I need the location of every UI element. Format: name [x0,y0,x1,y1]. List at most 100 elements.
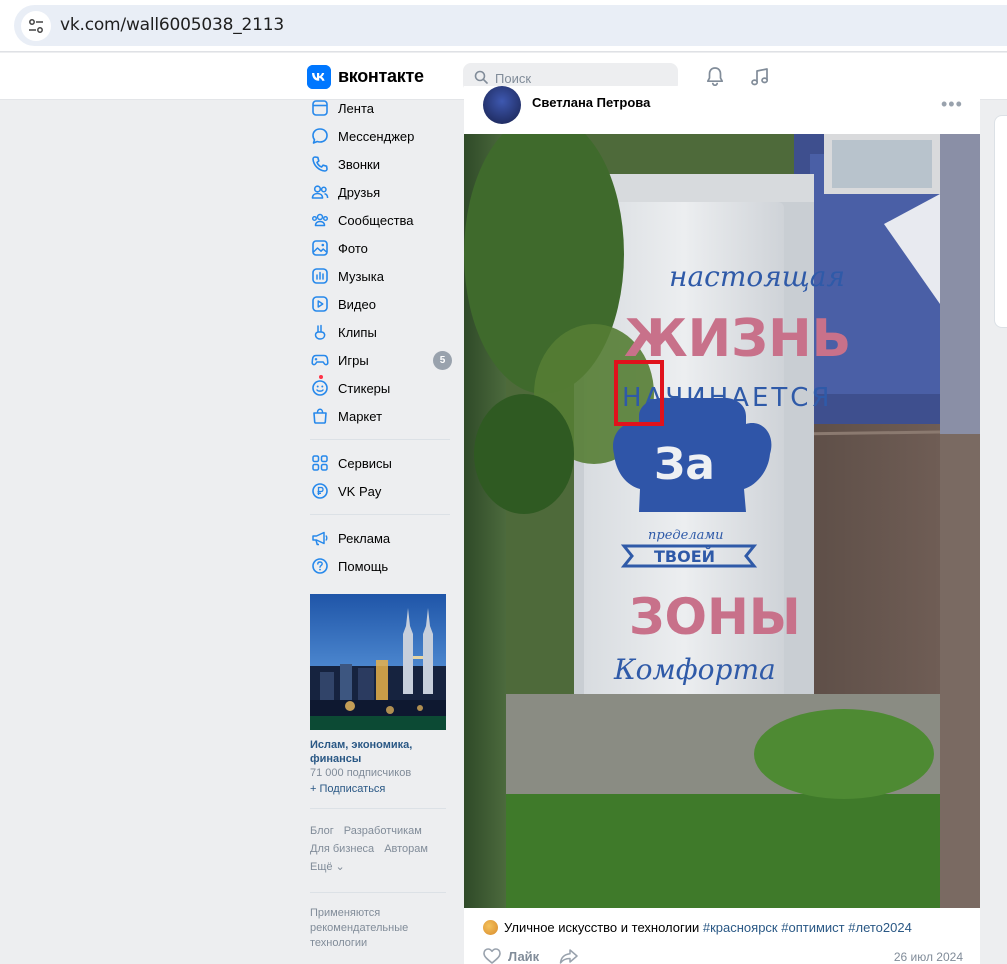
services-icon [312,455,328,471]
menu-label: Стикеры [338,380,391,396]
avatar[interactable] [483,86,521,124]
promo-card[interactable]: Ислам, экономика, финансы 71 000 подписч… [310,594,446,795]
megaphone-icon [312,531,328,546]
menu-item-help[interactable]: Помощь [305,552,455,580]
menu-item-ads[interactable]: Реклама [305,524,455,552]
footer-link[interactable]: Авторам [384,843,428,855]
palette-emoji-icon [483,920,498,935]
hashtag-link[interactable]: #оптимист [781,920,844,935]
menu-item-news[interactable]: Лента [305,94,455,122]
menu-label: Музыка [338,268,384,284]
graffiti-line: Комфорта [613,653,776,686]
menu-item-stickers[interactable]: Стикеры [305,374,455,402]
menu-item-messenger[interactable]: Мессенджер [305,122,455,150]
subscribe-button[interactable]: + Подписаться [310,783,446,795]
tune-icon [29,19,43,33]
vk-wordmark[interactable]: вконтакте [338,66,424,87]
games-icon [311,354,329,366]
like-button[interactable]: Лайк [483,948,539,964]
menu-label: Сообщества [338,212,414,228]
search-icon [474,70,488,84]
more-icon[interactable]: ••• [941,94,963,115]
footer-divider [310,892,446,893]
graffiti-line: За [654,439,715,490]
url-text[interactable]: vk.com/wall6005038_2113 [60,15,284,35]
menu-label: Мессенджер [338,128,415,144]
share-button[interactable] [559,948,579,964]
promo-image[interactable] [310,594,446,730]
menu-label: Маркет [338,408,383,424]
games-badge: 5 [433,351,452,370]
menu-divider [310,439,450,440]
menu-item-market[interactable]: Маркет [305,402,455,430]
post-caption: Уличное искусство и технологии [504,920,700,935]
street-art-photo: настоящая ЖИЗНЬ НАЧИНАЕТСЯ За пределами … [464,134,980,908]
menu-item-clips[interactable]: Клипы [305,318,455,346]
news-icon [312,100,328,116]
phone-icon [312,156,328,172]
vkpay-icon [312,483,328,499]
menu-item-friends[interactable]: Друзья [305,178,455,206]
footer-links: Блог Разработчикам Для бизнеса Авторам Ещё… [310,822,450,876]
right-panel-edge [994,115,1007,328]
menu-item-video[interactable]: Видео [305,290,455,318]
footer-link-more[interactable]: Ещё ⌄ [310,861,345,873]
post-text: Уличное искусство и технологии #краснояр… [483,920,963,935]
footer-divider [310,808,446,809]
communities-icon [312,213,328,227]
menu-label: Клипы [338,324,377,340]
hashtag-link[interactable]: #красноярск [703,920,778,935]
menu-item-vkpay[interactable]: VK Pay [305,477,455,505]
left-menu: Лента Мессенджер Звонки Друзья Сообществ… [305,100,455,580]
menu-label: Видео [338,296,376,312]
promo-title[interactable]: Ислам, экономика, финансы [310,738,446,766]
menu-label: Фото [338,240,368,256]
graffiti-line: настоящая [669,260,845,293]
messenger-icon [312,128,328,144]
search-input[interactable] [495,68,665,88]
menu-label: Сервисы [338,455,392,471]
menu-label: Реклама [338,530,391,546]
menu-item-services[interactable]: Сервисы [305,449,455,477]
menu-item-calls[interactable]: Звонки [305,150,455,178]
music-icon [312,268,328,284]
site-info-button[interactable] [21,11,51,41]
vk-logo-icon[interactable] [307,65,331,89]
menu-label: VK Pay [338,483,382,499]
recommendation-note[interactable]: Применяются рекомендательные технологии [310,906,440,951]
notification-dot [318,374,324,380]
menu-label: Лента [338,100,374,116]
market-icon [313,408,327,424]
author-name[interactable]: Светлана Петрова [532,95,650,110]
graffiti-line: ТВОЕЙ [654,547,715,566]
footer-link[interactable]: Разработчикам [344,825,422,837]
share-icon [559,949,578,964]
clips-icon [314,324,326,340]
menu-divider [310,514,450,515]
post-actions: Лайк 26 июл 2024 [483,948,963,964]
friends-icon [311,185,329,199]
hashtag-link[interactable]: #лето2024 [848,920,912,935]
post-date[interactable]: 26 июл 2024 [894,950,963,964]
help-icon [312,558,328,574]
footer-link[interactable]: Блог [310,825,334,837]
menu-item-games[interactable]: Игры 5 [305,346,455,374]
footer-link[interactable]: Для бизнеса [310,843,374,855]
menu-item-photo[interactable]: Фото [305,234,455,262]
menu-item-communities[interactable]: Сообщества [305,206,455,234]
stickers-icon [312,380,328,396]
promo-subscribers: 71 000 подписчиков [310,767,412,779]
wall-post: Светлана Петрова ••• настоящая ЖИЗНЬ За … [464,86,980,964]
menu-label: Помощь [338,558,389,574]
menu-label: Друзья [338,184,381,200]
menu-item-music[interactable]: Музыка [305,262,455,290]
menu-label: Звонки [338,156,380,172]
post-header: Светлана Петрова ••• [464,86,980,134]
browser-address-bar: vk.com/wall6005038_2113 [0,0,1007,52]
post-photo[interactable]: настоящая ЖИЗНЬ НАЧИНАЕТСЯ За пределами … [464,134,980,908]
like-label: Лайк [508,948,540,964]
graffiti-line: пределами [648,528,724,543]
menu-label: Игры [338,352,369,368]
photo-icon [312,240,328,256]
heart-icon [483,948,501,964]
